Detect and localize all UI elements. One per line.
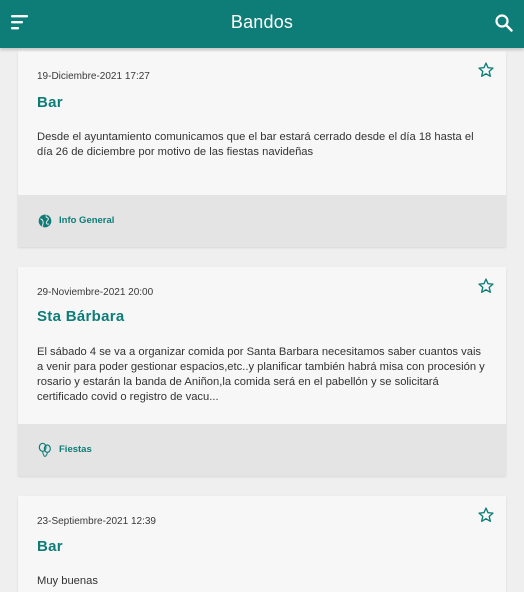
app-bar: Bandos — [0, 0, 524, 48]
bando-date: 19-Diciembre-2021 17:27 — [37, 71, 150, 82]
bando-title: Bar — [37, 538, 63, 555]
bando-body: Muy buenas — [37, 575, 98, 587]
bando-date: 23-Septiembre-2021 12:39 — [37, 516, 156, 527]
category-footer[interactable]: Fiestas — [18, 424, 506, 476]
globe-icon — [37, 213, 53, 229]
search-icon[interactable] — [492, 11, 516, 35]
bando-body: Desde el ayuntamiento comunicamos que el… — [37, 131, 474, 158]
bando-body: El sábado 4 se va a organizar comida por… — [37, 346, 485, 403]
bando-card[interactable]: 19-Diciembre-2021 17:27 Bar Desde el ayu… — [18, 51, 506, 247]
star-icon[interactable] — [477, 277, 495, 295]
category-footer[interactable]: Info General — [18, 195, 506, 247]
bando-title: Bar — [37, 94, 63, 111]
star-icon[interactable] — [477, 506, 495, 524]
bando-card[interactable]: 29-Noviembre-2021 20:00 Sta Bárbara El s… — [18, 267, 506, 476]
bando-card[interactable]: 23-Septiembre-2021 12:39 Bar Muy buenas — [18, 496, 506, 592]
page-title: Bandos — [230, 12, 294, 32]
balloons-icon — [37, 442, 53, 458]
bando-date: 29-Noviembre-2021 20:00 — [37, 287, 154, 298]
star-icon[interactable] — [477, 61, 495, 79]
bando-title: Sta Bárbara — [37, 308, 125, 325]
category-label: Info General — [59, 215, 115, 226]
category-label: Fiestas — [59, 444, 92, 455]
